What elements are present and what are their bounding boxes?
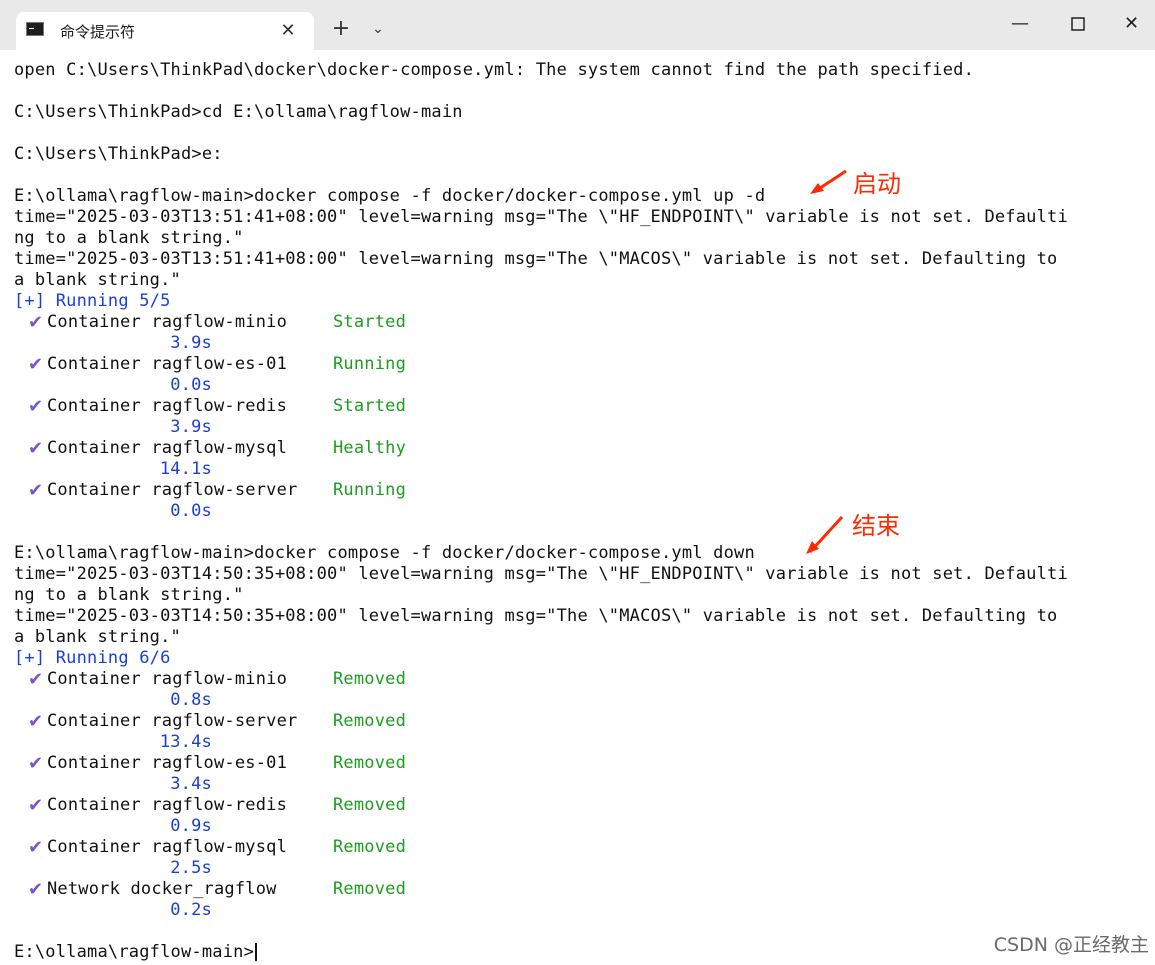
container-name: Network docker_ragflow — [47, 879, 277, 899]
terminal-icon — [26, 22, 44, 36]
container-duration: 3.9s — [170, 333, 212, 353]
tab-close-icon[interactable]: ✕ — [274, 18, 302, 44]
container-duration: 14.1s — [159, 459, 212, 479]
container-duration: 13.4s — [159, 732, 212, 752]
check-icon: ✔ — [28, 753, 44, 774]
check-icon: ✔ — [28, 711, 44, 732]
container-duration: 0.0s — [170, 375, 212, 395]
check-icon: ✔ — [28, 480, 44, 501]
container-duration: 0.2s — [170, 900, 212, 920]
terminal-line: [+] Running 6/6 — [14, 648, 171, 668]
check-icon: ✔ — [28, 879, 44, 900]
container-status: Running — [333, 480, 407, 500]
check-icon: ✔ — [28, 795, 44, 816]
terminal-line: C:\Users\ThinkPad>e: — [14, 144, 223, 164]
check-icon: ✔ — [28, 438, 44, 459]
container-duration: 2.5s — [170, 858, 212, 878]
terminal-line: time="2025-03-03T14:50:35+08:00" level=w… — [14, 564, 1068, 584]
container-status: Removed — [333, 711, 407, 731]
container-name: Container ragflow-mysql — [47, 837, 288, 857]
start-arrow-icon — [810, 169, 847, 194]
container-duration: 3.4s — [170, 774, 212, 794]
terminal-line: time="2025-03-03T13:51:41+08:00" level=w… — [14, 207, 1068, 227]
terminal-line: E:\ollama\ragflow-main> — [14, 942, 258, 963]
container-name: Container ragflow-server — [47, 711, 298, 731]
terminal-line: [+] Running 5/5 — [14, 291, 171, 311]
container-name: Container ragflow-minio — [47, 669, 288, 689]
container-status: Healthy — [333, 438, 407, 458]
container-name: Container ragflow-es-01 — [47, 753, 288, 773]
close-icon[interactable]: ✕ — [1108, 0, 1155, 50]
minimize-icon[interactable]: — — [992, 0, 1048, 50]
start-annotation: 启动 — [853, 170, 901, 198]
terminal-line: a blank string." — [14, 627, 181, 647]
terminal-line: time="2025-03-03T13:51:41+08:00" level=w… — [14, 249, 1058, 269]
container-status: Started — [333, 312, 407, 332]
terminal-line: open C:\Users\ThinkPad\docker\docker-com… — [14, 60, 975, 80]
check-icon: ✔ — [28, 669, 44, 690]
terminal-line: E:\ollama\ragflow-main>docker compose -f… — [14, 186, 766, 206]
container-status: Removed — [333, 753, 407, 773]
container-status: Started — [333, 396, 407, 416]
new-tab-button[interactable]: + — [326, 14, 356, 44]
terminal-output[interactable]: open C:\Users\ThinkPad\docker\docker-com… — [0, 50, 1155, 965]
maximize-icon[interactable] — [1050, 0, 1106, 50]
container-duration: 0.8s — [170, 690, 212, 710]
check-icon: ✔ — [28, 312, 44, 333]
container-status: Removed — [333, 669, 407, 689]
container-duration: 3.9s — [170, 417, 212, 437]
container-status: Removed — [333, 879, 407, 899]
stop-arrow-icon — [806, 515, 844, 554]
container-name: Container ragflow-mysql — [47, 438, 288, 458]
terminal-line: a blank string." — [14, 270, 181, 290]
container-name: Container ragflow-minio — [47, 312, 288, 332]
terminal-line: ng to a blank string." — [14, 585, 244, 605]
container-status: Running — [333, 354, 407, 374]
tab-title: 命令提示符 — [60, 23, 136, 41]
terminal-line: C:\Users\ThinkPad>cd E:\ollama\ragflow-m… — [14, 102, 463, 122]
terminal-line: E:\ollama\ragflow-main>docker compose -f… — [14, 543, 755, 563]
check-icon: ✔ — [28, 837, 44, 858]
container-name: Container ragflow-es-01 — [47, 354, 288, 374]
container-status: Removed — [333, 837, 407, 857]
container-name: Container ragflow-redis — [47, 795, 288, 815]
terminal-line: time="2025-03-03T14:50:35+08:00" level=w… — [14, 606, 1058, 626]
terminal-line: ng to a blank string." — [14, 228, 244, 248]
watermark: CSDN @正经教主 — [993, 934, 1149, 956]
chevron-down-icon[interactable]: ⌄ — [364, 14, 392, 44]
container-name: Container ragflow-redis — [47, 396, 288, 416]
tab-cmd[interactable]: 命令提示符 ✕ — [16, 12, 314, 50]
check-icon: ✔ — [28, 354, 44, 375]
check-icon: ✔ — [28, 396, 44, 417]
title-bar: 命令提示符 ✕ + ⌄ — ✕ — [0, 0, 1155, 50]
container-duration: 0.9s — [170, 816, 212, 836]
container-duration: 0.0s — [170, 501, 212, 521]
container-status: Removed — [333, 795, 407, 815]
container-name: Container ragflow-server — [47, 480, 298, 500]
text-cursor — [255, 943, 258, 961]
stop-annotation: 结束 — [852, 512, 900, 540]
